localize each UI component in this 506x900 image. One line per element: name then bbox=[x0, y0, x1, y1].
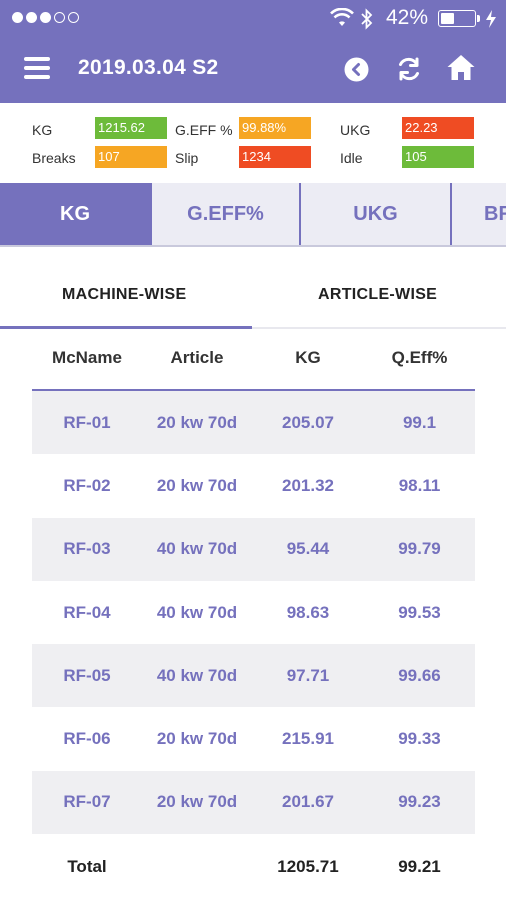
status-bar: 42% bbox=[0, 0, 506, 38]
column-header-mcname: McName bbox=[52, 348, 122, 367]
tab-divider bbox=[252, 327, 506, 329]
cell-qeff: 99.23 bbox=[398, 792, 441, 812]
battery-percentage: 42% bbox=[386, 6, 429, 29]
stat-value-slip: 1234 bbox=[239, 146, 311, 168]
battery-cap bbox=[477, 15, 480, 22]
cell-mcname: RF-07 bbox=[63, 792, 111, 812]
stat-value-kg: 1215.62 bbox=[95, 117, 167, 139]
cell-article: 20 kw 70d bbox=[156, 729, 238, 749]
cell-kg: 95.44 bbox=[286, 539, 330, 559]
cell-qeff: 99.1 bbox=[402, 412, 437, 432]
stat-value-ukg: 22.23 bbox=[402, 117, 474, 139]
cell-kg: 201.67 bbox=[282, 792, 334, 812]
tab-breaks[interactable]: BR bbox=[452, 183, 506, 245]
stat-label-idle: Idle bbox=[340, 150, 363, 166]
column-header-article: Article bbox=[170, 348, 224, 367]
cell-mcname: RF-02 bbox=[63, 475, 111, 495]
table-row[interactable]: RF-07 20 kw 70d 201.67 99.23 bbox=[32, 770, 475, 835]
machine-table: McName Article KG Q.Eff% RF-01 20 kw 70d… bbox=[32, 335, 475, 900]
stat-label-geff: G.EFF % bbox=[175, 122, 233, 138]
cell-mcname: RF-01 bbox=[63, 412, 111, 432]
cell-kg: 205.07 bbox=[282, 412, 334, 432]
table-row[interactable]: RF-02 20 kw 70d 201.32 98.11 bbox=[32, 454, 475, 517]
charging-bolt-icon bbox=[486, 10, 496, 28]
cell-article: 20 kw 70d bbox=[156, 475, 238, 495]
cell-article: 40 kw 70d bbox=[156, 539, 238, 559]
total-qeff: 99.21 bbox=[398, 857, 441, 877]
page-title: 2019.03.04 S2 bbox=[78, 56, 219, 79]
column-header-kg: KG bbox=[295, 348, 321, 367]
total-label: Total bbox=[67, 857, 107, 877]
wifi-icon bbox=[330, 8, 354, 26]
cell-mcname: RF-04 bbox=[63, 602, 111, 622]
cell-article: 20 kw 70d bbox=[156, 792, 238, 812]
total-kg: 1205.71 bbox=[277, 857, 339, 877]
menu-icon[interactable] bbox=[24, 56, 50, 80]
tab-geff[interactable]: G.EFF% bbox=[152, 183, 301, 245]
signal-strength-icon bbox=[12, 12, 79, 23]
table-total-row: Total 1205.71 99.21 bbox=[32, 834, 475, 900]
table-header: McName Article KG Q.Eff% bbox=[32, 335, 475, 391]
table-row[interactable]: RF-04 40 kw 70d 98.63 99.53 bbox=[32, 581, 475, 644]
cell-kg: 98.63 bbox=[286, 602, 330, 622]
stat-value-breaks: 107 bbox=[95, 146, 167, 168]
stat-label-ukg: UKG bbox=[340, 122, 371, 138]
tab-machine-wise[interactable]: MACHINE-WISE bbox=[62, 286, 186, 304]
cell-mcname: RF-05 bbox=[63, 665, 111, 685]
stat-label-kg: KG bbox=[32, 122, 53, 138]
cell-mcname: RF-06 bbox=[63, 729, 111, 749]
stat-value-geff: 99.88% bbox=[239, 117, 311, 139]
total-article bbox=[142, 834, 252, 900]
cell-mcname: RF-03 bbox=[63, 539, 111, 559]
view-tabs: MACHINE-WISE ARTICLE-WISE bbox=[0, 270, 506, 330]
table-row[interactable]: RF-06 20 kw 70d 215.91 99.33 bbox=[32, 707, 475, 770]
back-circle-icon[interactable] bbox=[344, 57, 369, 82]
cell-article: 20 kw 70d bbox=[156, 412, 238, 432]
home-icon[interactable] bbox=[446, 53, 476, 81]
stats-summary: KG 1215.62 G.EFF % 99.88% UKG 22.23 Brea… bbox=[0, 103, 506, 183]
stat-label-slip: Slip bbox=[175, 150, 199, 166]
cell-qeff: 99.33 bbox=[398, 729, 441, 749]
tab-article-wise[interactable]: ARTICLE-WISE bbox=[318, 286, 437, 304]
table-row[interactable]: RF-01 20 kw 70d 205.07 99.1 bbox=[32, 391, 475, 455]
battery-icon bbox=[438, 10, 476, 27]
cell-article: 40 kw 70d bbox=[156, 602, 238, 622]
column-header-qeff: Q.Eff% bbox=[391, 348, 448, 367]
cell-kg: 97.71 bbox=[286, 665, 330, 685]
stat-label-breaks: Breaks bbox=[32, 150, 76, 166]
bluetooth-icon bbox=[361, 8, 373, 30]
cell-qeff: 98.11 bbox=[398, 475, 441, 495]
active-tab-indicator bbox=[0, 326, 252, 329]
cell-article: 40 kw 70d bbox=[156, 665, 238, 685]
metric-tabs: KG G.EFF% UKG BR bbox=[0, 183, 506, 247]
tab-kg[interactable]: KG bbox=[0, 183, 152, 245]
refresh-icon[interactable] bbox=[395, 55, 423, 83]
stat-value-idle: 105 bbox=[402, 146, 474, 168]
tab-ukg[interactable]: UKG bbox=[301, 183, 452, 245]
cell-qeff: 99.79 bbox=[398, 539, 441, 559]
cell-qeff: 99.53 bbox=[398, 602, 441, 622]
app-header: 42% 2019.03.04 S2 bbox=[0, 0, 506, 103]
cell-kg: 215.91 bbox=[282, 729, 334, 749]
cell-kg: 201.32 bbox=[282, 475, 334, 495]
table-row[interactable]: RF-05 40 kw 70d 97.71 99.66 bbox=[32, 644, 475, 708]
cell-qeff: 99.66 bbox=[398, 665, 441, 685]
table-row[interactable]: RF-03 40 kw 70d 95.44 99.79 bbox=[32, 517, 475, 581]
